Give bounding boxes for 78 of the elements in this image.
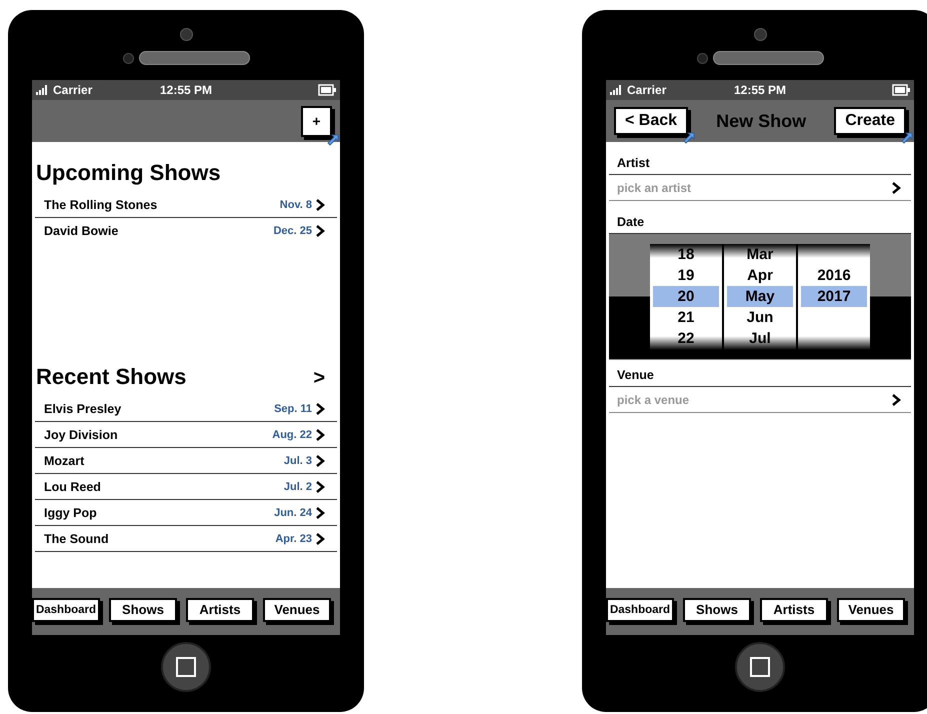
- artist-name: The Rolling Stones: [44, 198, 158, 212]
- artist-name: Mozart: [44, 454, 86, 468]
- picker-option[interactable]: 21: [653, 306, 719, 328]
- select-field[interactable]: pick an artist: [617, 180, 817, 194]
- artist-name: Joy Division: [44, 428, 119, 442]
- chevron-icon: [315, 225, 325, 237]
- show-row[interactable]: David Bowie Dec. 25: [35, 218, 337, 244]
- section-title: Recent Shows: [36, 364, 186, 390]
- home-button[interactable]: [735, 642, 785, 692]
- artist-name: Iggy Pop: [44, 506, 98, 520]
- chevron-icon: [315, 506, 325, 518]
- show-date: Aug. 22: [272, 428, 312, 440]
- carrier-label: Carrier: [627, 83, 666, 97]
- artist-name: The Sound: [44, 532, 110, 546]
- status-time: 12:55 PM: [734, 83, 786, 97]
- date-picker[interactable]: 18 19 20 21 22 Mar Apr May Jun Jul 2016 2017: [609, 234, 911, 360]
- screen-title: New Show: [716, 110, 806, 132]
- show-row[interactable]: The Sound Apr. 23: [35, 526, 337, 552]
- show-date: Jul. 2: [284, 480, 312, 492]
- chevron-icon: [315, 480, 325, 492]
- link-arrow-icon: [901, 132, 913, 144]
- chevron-icon: [315, 454, 325, 466]
- show-date: Sep. 11: [274, 402, 312, 414]
- chevron-icon: [315, 402, 325, 414]
- more-link[interactable]: >: [313, 367, 325, 390]
- chevron-icon: [891, 394, 901, 406]
- sensor-icon: [122, 52, 134, 64]
- chevron-icon: [891, 182, 901, 194]
- signal-icon: [36, 85, 47, 95]
- picker-option[interactable]: May: [727, 286, 793, 306]
- sensor-icon: [696, 52, 708, 64]
- section-title: Upcoming Shows: [36, 160, 221, 186]
- carrier-label: Carrier: [53, 83, 92, 97]
- show-row[interactable]: Iggy Pop Jun. 24: [35, 500, 337, 526]
- show-date: Dec. 25: [273, 225, 312, 237]
- show-row[interactable]: Elvis Presley Sep. 11: [35, 396, 337, 422]
- artist-name: Elvis Presley: [44, 402, 122, 416]
- field-label: Artist: [609, 142, 911, 175]
- home-button[interactable]: [161, 642, 211, 692]
- battery-icon: [892, 84, 910, 96]
- speaker-icon: [138, 51, 250, 65]
- link-arrow-icon: [327, 134, 339, 146]
- show-date: Jul. 3: [284, 454, 312, 466]
- chevron-icon: [315, 428, 325, 440]
- picker-option[interactable]: Mar: [727, 244, 793, 264]
- picker-option[interactable]: 2016: [801, 264, 867, 286]
- picker-option[interactable]: 2017: [801, 286, 867, 306]
- select-field[interactable]: pick a venue: [617, 392, 817, 406]
- square-icon: [175, 656, 197, 678]
- show-date: Nov. 8: [280, 198, 312, 210]
- show-row[interactable]: The Rolling Stones Nov. 8: [35, 192, 337, 218]
- picker-option[interactable]: 19: [653, 264, 719, 286]
- battery-icon: [318, 84, 336, 96]
- status-time: 12:55 PM: [160, 83, 212, 97]
- picker-option[interactable]: 18: [653, 244, 719, 264]
- back-button[interactable]: < Back: [614, 107, 688, 135]
- picker-option[interactable]: 20: [653, 286, 719, 306]
- link-arrow-icon: [683, 132, 696, 144]
- picker-option[interactable]: 22: [653, 328, 719, 348]
- show-date: Jun. 24: [274, 506, 312, 518]
- show-date: Apr. 23: [275, 532, 312, 544]
- artist-name: David Bowie: [44, 224, 120, 238]
- camera-icon: [180, 28, 192, 41]
- signal-icon: [610, 85, 621, 95]
- show-row[interactable]: Lou Reed Jul. 2: [35, 474, 337, 500]
- picker-option[interactable]: Jun: [727, 306, 793, 328]
- picker-option[interactable]: Jul: [727, 328, 793, 348]
- show-row[interactable]: Mozart Jul. 3: [35, 448, 337, 474]
- create-button[interactable]: Create: [834, 107, 906, 135]
- square-icon: [749, 656, 771, 678]
- show-row[interactable]: Joy Division Aug. 22: [35, 422, 337, 448]
- picker-option[interactable]: Apr: [727, 264, 793, 286]
- camera-icon: [754, 28, 766, 41]
- field-label: Venue: [609, 362, 911, 387]
- speaker-icon: [712, 51, 824, 65]
- chevron-icon: [315, 532, 325, 544]
- artist-name: Lou Reed: [44, 480, 102, 494]
- chevron-icon: [315, 198, 325, 210]
